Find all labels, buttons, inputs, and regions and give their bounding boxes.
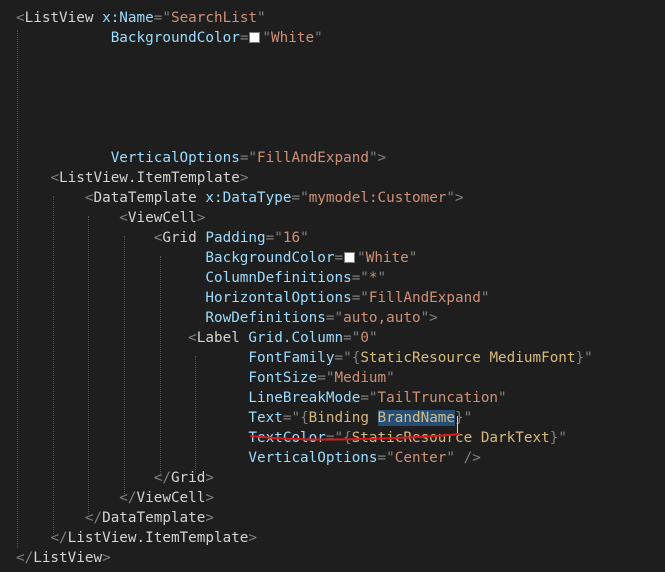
red-annotation-underline	[249, 433, 461, 441]
code-editor[interactable]: <ListView x:Name="SearchList" Background…	[0, 0, 665, 572]
